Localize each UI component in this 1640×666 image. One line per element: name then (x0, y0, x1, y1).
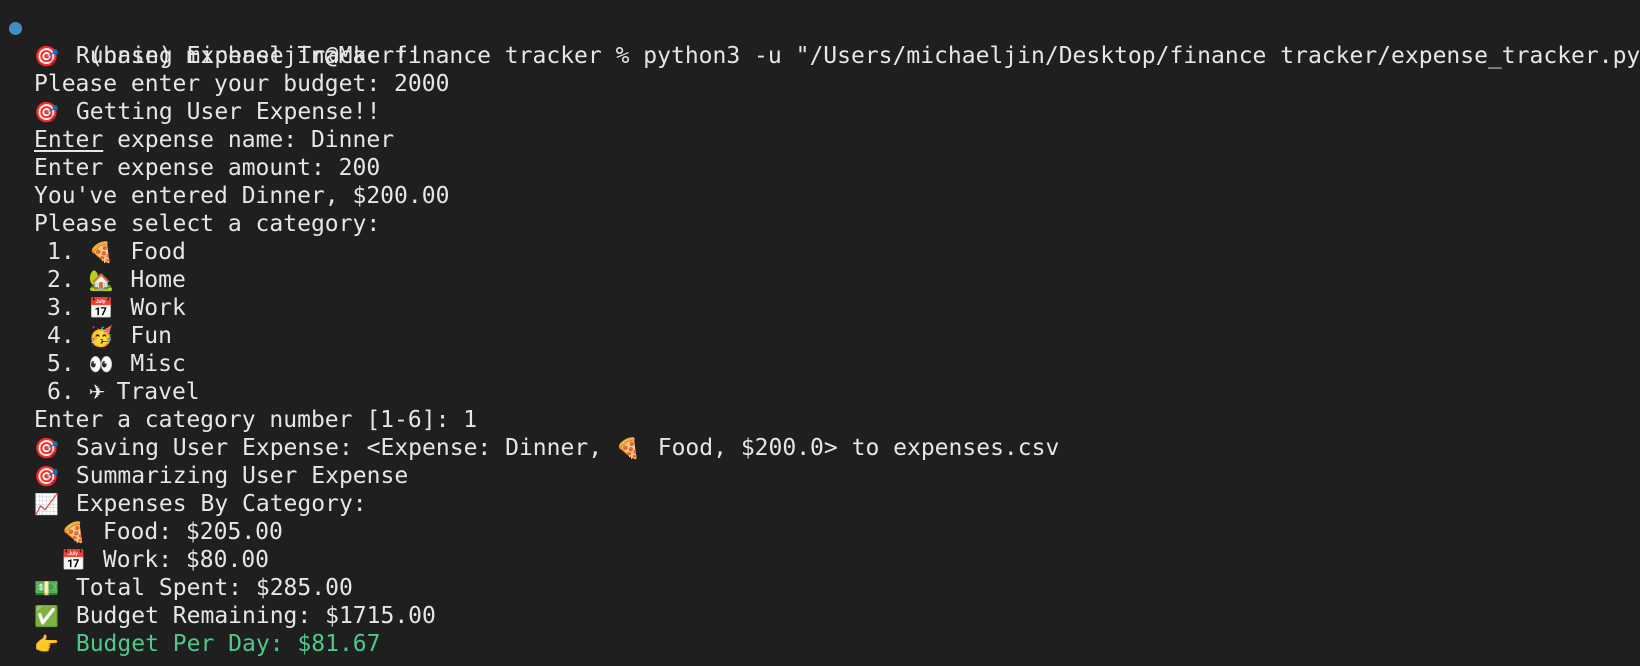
summary-item-work: 📅 Work: $80.00 (61, 547, 270, 573)
category-item-home: 2. 🏡 Home (47, 267, 186, 293)
money-icon: 💵 (34, 576, 59, 600)
airplane-icon: ✈ (88, 380, 106, 404)
calendar-icon: 📅 (88, 296, 114, 320)
output-line-saving: 🎯 Saving User Expense: <Expense: Dinner,… (34, 435, 1060, 461)
pizza-icon: 🍕 (615, 436, 641, 460)
calendar-icon: 📅 (61, 548, 86, 572)
output-line-summarizing: 🎯 Summarizing User Expense (34, 463, 409, 489)
enter-link[interactable]: Enter (34, 127, 103, 153)
check-mark-icon: ✅ (34, 604, 59, 628)
command-prompt-line: (base) michaeljin@Mac finance tracker % … (0, 14, 1640, 69)
house-icon: 🏡 (88, 268, 114, 292)
pointing-hand-icon: 👉 (34, 632, 59, 656)
output-line-by-category: 📈 Expenses By Category: (34, 491, 367, 517)
category-item-fun: 4. 🥳 Fun (47, 323, 172, 349)
output-line-budget-remaining: ✅ Budget Remaining: $1715.00 (34, 603, 436, 629)
output-line-getting: 🎯 Getting User Expense!! (34, 99, 381, 125)
target-icon: 🎯 (34, 464, 59, 488)
output-line-expense-amount: Enter expense amount: 200 (34, 155, 381, 181)
category-item-food: 1. 🍕 Food (47, 239, 186, 265)
category-item-travel: 6. ✈ Travel (47, 379, 200, 405)
terminal-output[interactable]: (base) michaeljin@Mac finance tracker % … (0, 14, 1640, 658)
output-line-budget: Please enter your budget: 2000 (34, 71, 450, 97)
target-icon: 🎯 (34, 436, 59, 460)
target-icon: 🎯 (34, 44, 59, 68)
output-line-category-number: Enter a category number [1-6]: 1 (34, 407, 478, 433)
party-face-icon: 🥳 (88, 324, 114, 348)
output-line-expense-name: Enter expense name: Dinner (34, 127, 395, 153)
status-dot-icon (9, 22, 22, 35)
eyes-icon: 👀 (88, 352, 114, 376)
output-line-select-category: Please select a category: (34, 211, 381, 237)
output-line-running: 🎯 Running Expense Tracker!! (34, 43, 423, 69)
target-icon: 🎯 (34, 100, 59, 124)
output-line-budget-per-day: 👉 Budget Per Day: $81.67 (34, 631, 381, 657)
summary-item-food: 🍕 Food: $205.00 (61, 519, 283, 545)
pizza-icon: 🍕 (61, 520, 86, 544)
category-item-misc: 5. 👀 Misc (47, 351, 186, 377)
output-line-entered: You've entered Dinner, $200.00 (34, 183, 450, 209)
output-line-total-spent: 💵 Total Spent: $285.00 (34, 575, 353, 601)
pizza-icon: 🍕 (88, 240, 114, 264)
category-item-work: 3. 📅 Work (47, 295, 186, 321)
chart-increasing-icon: 📈 (34, 492, 59, 516)
